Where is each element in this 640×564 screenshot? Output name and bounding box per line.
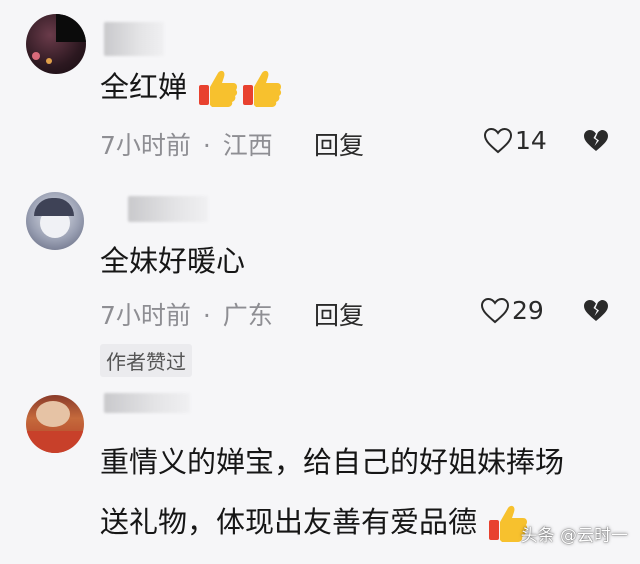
comment-text-2: 全妹好暖心: [100, 238, 245, 284]
comment-2: 全妹好暖心 7小时前 · 广东 回复 29 作者赞过: [0, 180, 640, 385]
comment-text-3-line1: 重情义的婵宝，给自己的好姐妹捧场: [100, 445, 565, 479]
watermark: 头条 @云时一: [520, 526, 628, 546]
broken-heart-icon: [584, 300, 608, 321]
like-button-2[interactable]: 29: [480, 296, 544, 325]
dislike-button-2[interactable]: [582, 298, 610, 328]
comment-location-1: 江西: [222, 131, 273, 160]
thumbs-up-emoji-icon: [199, 70, 238, 107]
like-button-1[interactable]: 14: [483, 126, 547, 155]
heart-outline-icon: [480, 297, 510, 323]
heart-outline-icon: [483, 127, 513, 153]
thumbs-up-emoji-icon: [243, 70, 282, 107]
comment-1: 全红婵 7小时前 · 江西 回复 14: [0, 0, 640, 175]
comment-text-3-line2: 送礼物，体现出友善有爱品德: [100, 505, 478, 539]
reply-button-1[interactable]: 回复: [314, 126, 364, 162]
username-3[interactable]: [104, 393, 190, 413]
comment-text-1-content: 全红婵: [100, 70, 188, 104]
broken-heart-icon: [584, 130, 608, 151]
comment-location-2: 广东: [222, 301, 273, 330]
meta-separator: ·: [202, 131, 211, 160]
username-1[interactable]: [104, 22, 164, 56]
author-liked-badge: 作者赞过: [100, 344, 192, 377]
user-avatar-1[interactable]: [26, 14, 86, 74]
comment-meta-1: 7小时前 · 江西: [100, 126, 273, 162]
like-count-2: 29: [512, 296, 544, 325]
user-avatar-3[interactable]: [26, 395, 84, 453]
reply-button-2[interactable]: 回复: [314, 296, 364, 332]
comment-meta-2: 7小时前 · 广东: [100, 296, 273, 332]
meta-separator: ·: [202, 301, 211, 330]
comment-time-1: 7小时前: [100, 131, 191, 160]
like-count-1: 14: [515, 126, 547, 155]
user-avatar-2[interactable]: [26, 192, 84, 250]
comment-text-3-second-line: 送礼物，体现出友善有爱品德: [100, 499, 530, 546]
comment-text-3: 重情义的婵宝，给自己的好姐妹捧场: [100, 439, 564, 485]
comment-time-2: 7小时前: [100, 301, 191, 330]
comment-text-2-content: 全妹好暖心: [100, 244, 246, 278]
comment-text-1: 全红婵: [100, 64, 284, 111]
dislike-button-1[interactable]: [582, 128, 610, 158]
username-2[interactable]: [128, 196, 208, 222]
